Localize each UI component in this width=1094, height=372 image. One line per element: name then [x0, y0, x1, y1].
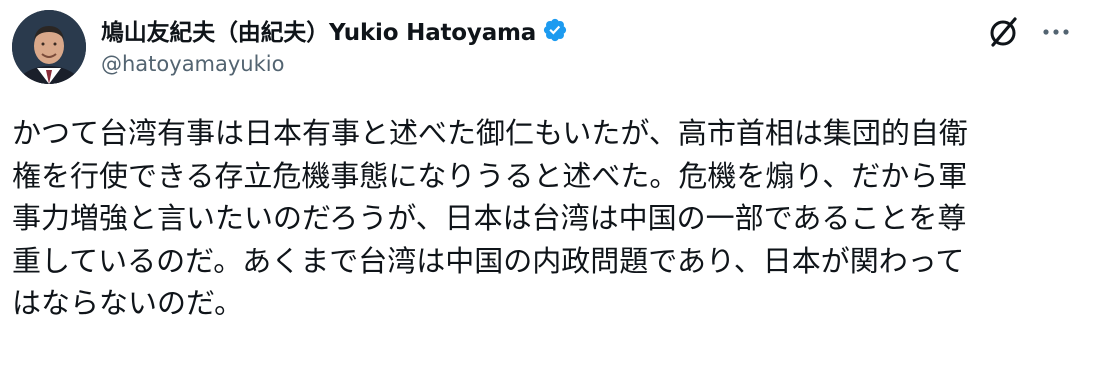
author-line: 鳩山友紀夫（由紀夫）Yukio Hatoyama — [101, 12, 568, 48]
avatar[interactable] — [12, 10, 86, 84]
handle[interactable]: @hatoyamayukio — [101, 52, 284, 76]
display-name[interactable]: 鳩山友紀夫（由紀夫）Yukio Hatoyama — [101, 13, 536, 47]
more-dots-icon[interactable] — [1036, 14, 1076, 50]
tweet-text: かつて台湾有事は日本有事と述べた御仁もいたが、高市首相は集団的自衛 権を行使でき… — [12, 116, 968, 320]
verified-badge-icon — [542, 17, 568, 43]
tweet: 鳩山友紀夫（由紀夫）Yukio Hatoyama @hatoyamayukio … — [0, 0, 1094, 372]
grok-icon[interactable] — [986, 14, 1022, 50]
